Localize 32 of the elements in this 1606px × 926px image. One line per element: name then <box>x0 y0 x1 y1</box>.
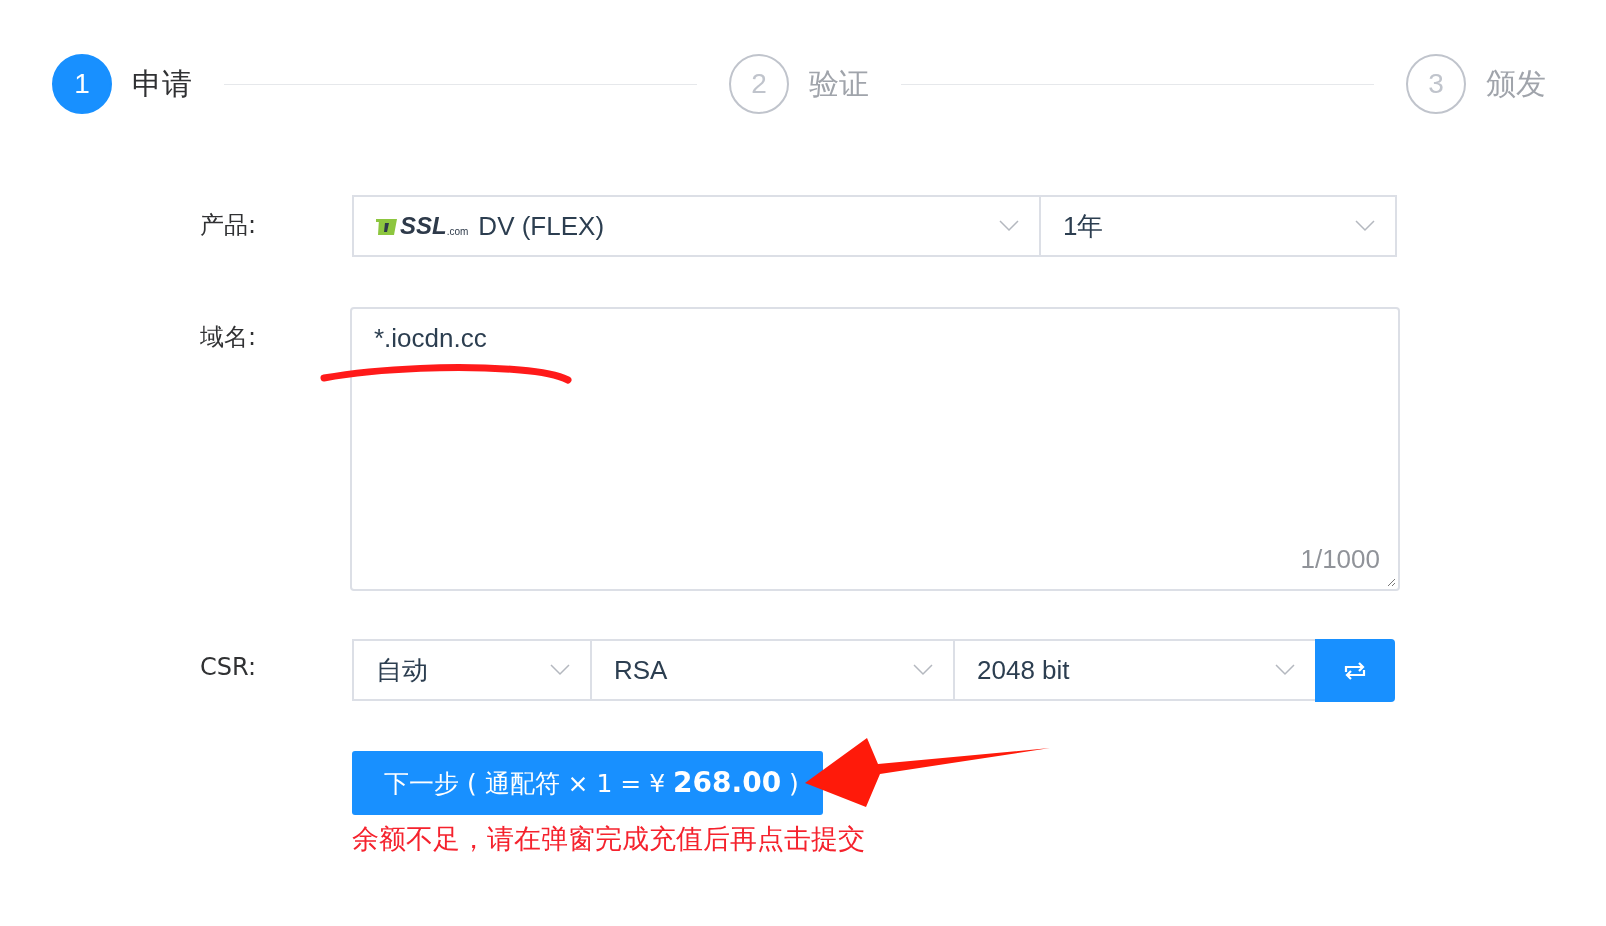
step-label: 颁发 <box>1486 64 1546 103</box>
resize-handle-icon[interactable] <box>1386 577 1396 587</box>
csr-select[interactable]: 2048 bit <box>953 639 1317 701</box>
repeat-icon <box>1343 660 1367 681</box>
csr-select[interactable]: RSA <box>590 639 955 701</box>
select-value: 自动 <box>376 653 429 687</box>
select-value: DV (FLEX) <box>478 210 606 242</box>
select-value: 1年 <box>1063 209 1105 243</box>
select-value: RSA <box>614 654 669 686</box>
domain-field[interactable]: *.iocdn.cc 1/1000 <box>350 307 1400 591</box>
step-label: 验证 <box>809 64 869 103</box>
select-value: 2048 bit <box>977 654 1071 686</box>
field-label: 域名: <box>200 322 258 353</box>
character-counter: 1/1000 <box>1300 544 1380 575</box>
period-select[interactable]: 1年 <box>1039 195 1397 257</box>
field-label: CSR: <box>200 652 257 683</box>
step-number: 3 <box>1406 54 1466 114</box>
regenerate-button[interactable] <box>1315 639 1395 702</box>
csr-select[interactable]: 自动 <box>352 639 592 701</box>
step-number: 1 <box>52 54 112 114</box>
chevron-down-icon <box>550 664 570 676</box>
domain-value: *.iocdn.cc <box>374 323 487 354</box>
chevron-down-icon <box>1275 664 1295 676</box>
chevron-down-icon <box>1355 220 1375 232</box>
step-label: 申请 <box>132 64 192 103</box>
error-message: 余额不足，请在弹窗完成充值后再点击提交 <box>352 822 865 856</box>
step-number: 2 <box>729 54 789 114</box>
chevron-down-icon <box>913 664 933 676</box>
field-label: 产品: <box>200 210 258 241</box>
product-select[interactable]: SSL.com DV (FLEX) <box>352 195 1041 257</box>
ssl-logo: SSL.com <box>376 215 469 237</box>
chevron-down-icon <box>999 220 1019 232</box>
